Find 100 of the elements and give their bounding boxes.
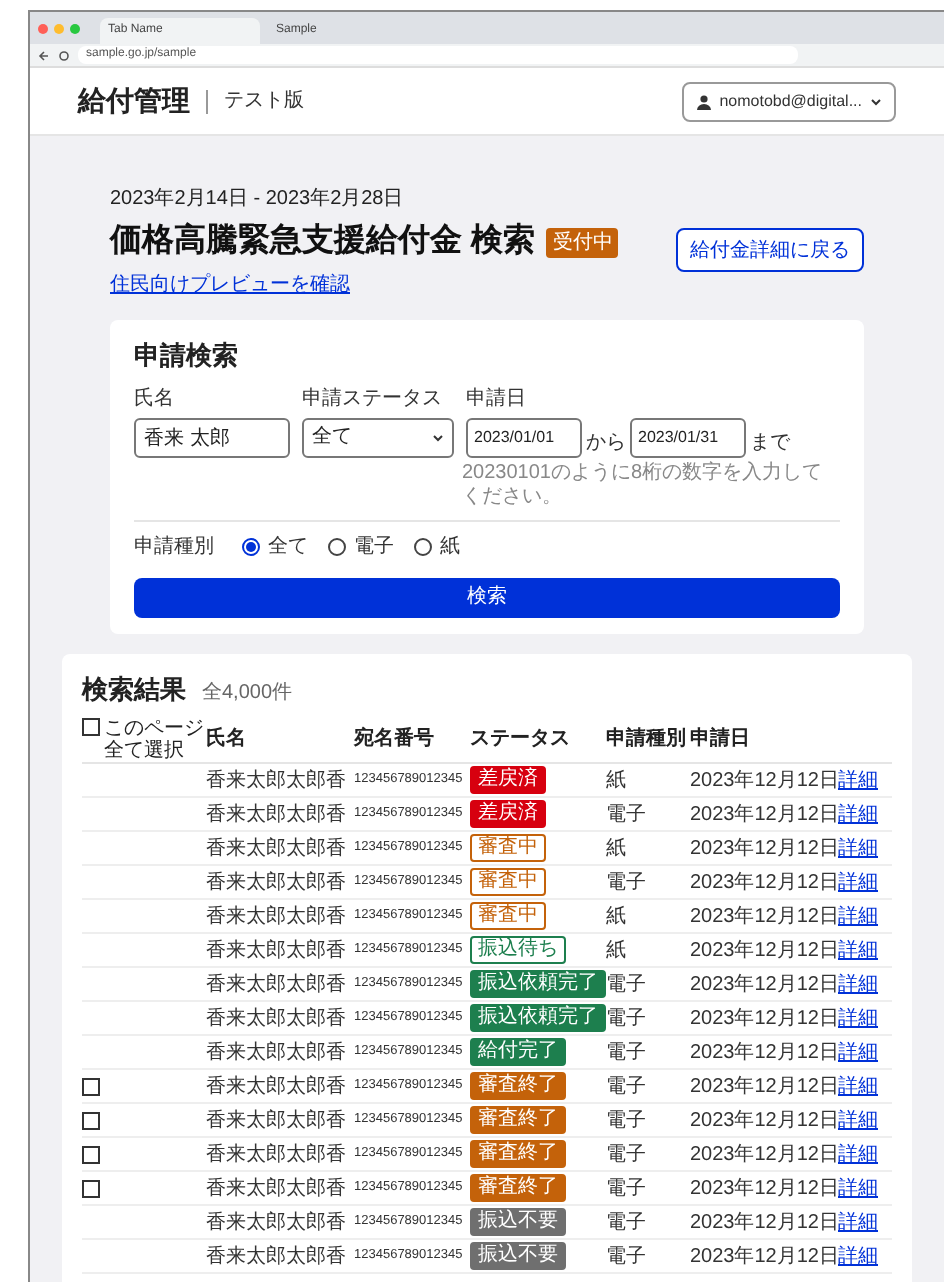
page-title: 価格高騰緊急支援給付金 検索 — [110, 220, 535, 262]
table-cell-text: 2023年12月12日 — [690, 869, 838, 897]
status-tag: 審査中 — [470, 868, 546, 896]
detail-link[interactable]: 詳細 — [838, 1037, 878, 1067]
status-badge: 受付中 — [546, 227, 619, 257]
detail-link[interactable]: 詳細 — [838, 799, 878, 829]
column-header: 宛名番号 — [354, 725, 436, 754]
detail-link[interactable]: 詳細 — [838, 1139, 878, 1169]
column-header: 申請日 — [690, 725, 752, 754]
status-tag: 審査終了 — [470, 1140, 566, 1168]
column-header: 氏名 — [206, 725, 248, 754]
status-tag: 振込待ち — [470, 936, 566, 964]
table-cell-text: 香来太郎太郎香 — [206, 1243, 348, 1271]
detail-link[interactable]: 詳細 — [838, 1071, 878, 1101]
date-field[interactable]: 2023/01/01 — [466, 417, 582, 457]
radio-label: 紙 — [440, 533, 460, 561]
date-field[interactable]: 2023/01/31 — [630, 417, 746, 457]
status-tag: 振込依頼完了 — [470, 970, 606, 998]
table-cell-text: 電子 — [606, 1073, 648, 1101]
status-tag: 振込不要 — [470, 1208, 566, 1236]
table-cell-text: 2023年12月12日 — [690, 937, 838, 965]
status-tag: 給付完了 — [470, 1038, 566, 1066]
table-cell-text: 2023年12月12日 — [690, 1243, 838, 1271]
detail-link[interactable]: 詳細 — [838, 901, 878, 931]
user-icon — [695, 93, 712, 109]
field-label: 氏名 — [134, 385, 176, 413]
detail-link[interactable]: 詳細 — [838, 1241, 878, 1271]
table-cell-text: 香来太郎太郎香 — [206, 1005, 348, 1033]
back-button[interactable]: 給付金詳細に戻る — [676, 228, 864, 272]
detail-link[interactable]: 詳細 — [838, 765, 878, 795]
table-cell-text: 紙 — [606, 835, 628, 863]
range-text: まで — [750, 429, 790, 457]
radio-button[interactable] — [414, 537, 432, 555]
table-cell-text: 香来太郎太郎香 — [206, 1039, 348, 1067]
table-cell-text: 紙 — [606, 767, 628, 795]
table-cell-text: 電子 — [606, 1209, 648, 1237]
detail-link[interactable]: 詳細 — [838, 1003, 878, 1033]
checkbox[interactable] — [82, 1179, 100, 1197]
table-cell-text: 電子 — [606, 801, 648, 829]
table-cell-text: 香来太郎太郎香 — [206, 835, 348, 863]
table-cell-text: 電子 — [606, 869, 648, 897]
table-cell-text: 電子 — [606, 1005, 648, 1033]
table-cell-text: 香来太郎太郎香 — [206, 801, 348, 829]
preview-link[interactable]: 住民向けプレビューを確認 — [110, 270, 619, 300]
back-icon[interactable] — [38, 49, 50, 61]
status-select[interactable]: 全て — [302, 417, 454, 457]
checkbox[interactable] — [82, 1111, 100, 1129]
detail-link[interactable]: 詳細 — [838, 935, 878, 965]
table-cell-text: 紙 — [606, 937, 628, 965]
status-tag: 振込依頼完了 — [470, 1004, 606, 1032]
section-title: 検索結果 — [82, 671, 186, 707]
table-cell-text: 2023年12月12日 — [690, 801, 838, 829]
period-text: 2023年2月14日 - 2023年2月28日 — [110, 186, 406, 214]
caret-icon — [432, 433, 444, 441]
detail-link[interactable]: 詳細 — [838, 1105, 878, 1135]
table-cell-text: 香来太郎太郎香 — [206, 937, 348, 965]
table-cell-text: 香来太郎太郎香 — [206, 971, 348, 999]
table-cell-text: 2023年12月12日 — [690, 1073, 838, 1101]
status-tag: 審査終了 — [470, 1072, 566, 1100]
status-tag: 審査終了 — [470, 1174, 566, 1202]
radio-label: 電子 — [354, 533, 394, 561]
reload-icon[interactable] — [58, 49, 70, 61]
select-all-label: このページ全て選択 — [104, 717, 206, 761]
field-label: 申請ステータス — [302, 385, 444, 413]
search-button[interactable]: 検索 — [134, 577, 840, 617]
table-cell-text: 香来太郎太郎香 — [206, 767, 348, 795]
table-cell-text: 2023年12月12日 — [690, 971, 838, 999]
detail-link[interactable]: 詳細 — [838, 867, 878, 897]
table-cell-text: 2023年12月12日 — [690, 767, 838, 795]
table-cell-text: 香来太郎太郎香 — [206, 1175, 348, 1203]
detail-link[interactable]: 詳細 — [838, 833, 878, 863]
checkbox[interactable] — [82, 1145, 100, 1163]
status-tag: 差戻済 — [470, 800, 546, 828]
table-cell-text: 電子 — [606, 1141, 648, 1169]
table-cell-text: 2023年12月12日 — [690, 1039, 838, 1067]
edition-label: テスト版 — [224, 88, 304, 116]
section-title: 申請検索 — [134, 338, 240, 374]
detail-link[interactable]: 詳細 — [838, 969, 878, 999]
name-field[interactable]: 香来 太郎 — [134, 417, 290, 457]
status-tag: 審査終了 — [470, 1106, 566, 1134]
app-title: 給付管理 — [78, 82, 190, 120]
table-cell-text: 2023年12月12日 — [690, 1107, 838, 1135]
table-cell-text: 2023年12月12日 — [690, 1209, 838, 1237]
table-cell-text: 香来太郎太郎香 — [206, 1141, 348, 1169]
table-cell-text: 香来太郎太郎香 — [206, 1107, 348, 1135]
table-cell-text: 電子 — [606, 1243, 648, 1271]
caret-icon — [870, 97, 882, 105]
checkbox[interactable] — [82, 1077, 100, 1095]
table-cell-text: 香来太郎太郎香 — [206, 1073, 348, 1101]
table-cell-text: 香来太郎太郎香 — [206, 903, 348, 931]
table-cell-text: 電子 — [606, 971, 648, 999]
radio-button[interactable] — [328, 537, 346, 555]
checkbox[interactable] — [82, 717, 100, 735]
radio-button[interactable] — [242, 537, 260, 555]
user-menu-button[interactable]: nomotobd@digital... — [681, 81, 896, 121]
table-cell-text: 電子 — [606, 1039, 648, 1067]
table-cell-text: 電子 — [606, 1107, 648, 1135]
status-tag: 審査中 — [470, 902, 546, 930]
detail-link[interactable]: 詳細 — [838, 1207, 878, 1237]
detail-link[interactable]: 詳細 — [838, 1173, 878, 1203]
